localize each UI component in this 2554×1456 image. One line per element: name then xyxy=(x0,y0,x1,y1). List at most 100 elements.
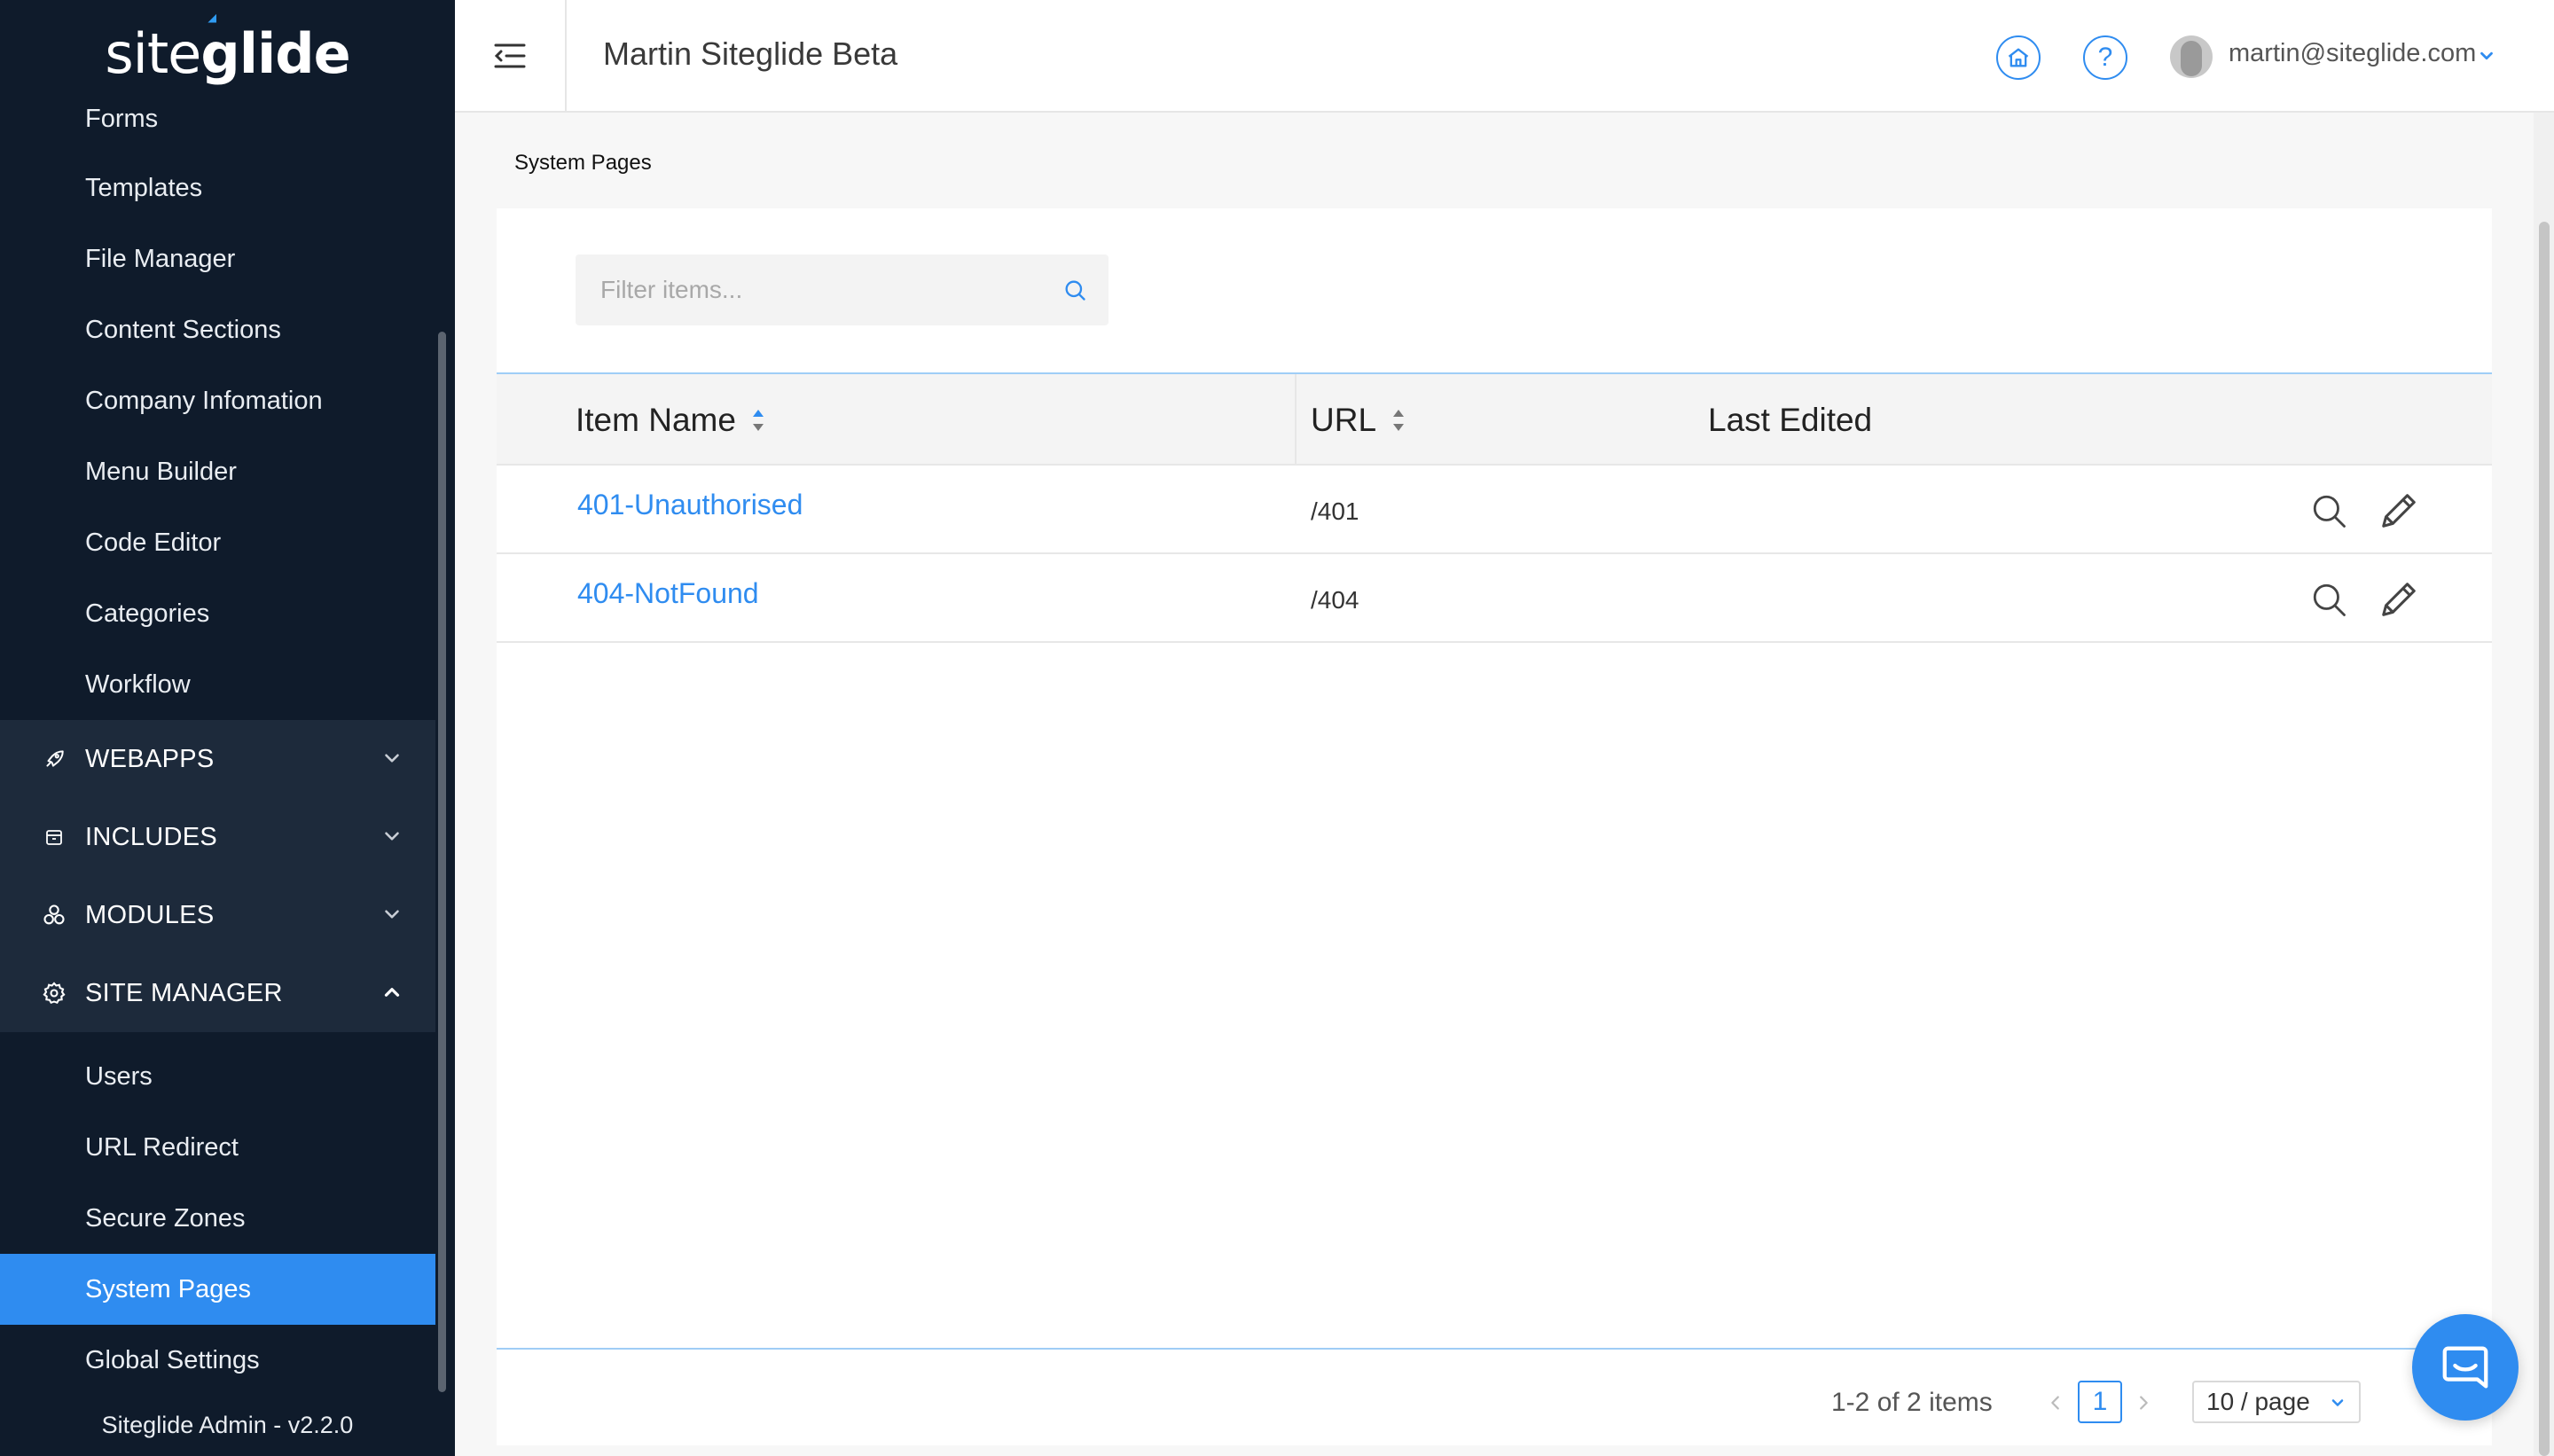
chevron-up-icon xyxy=(384,988,400,997)
main-scrollbar[interactable] xyxy=(2539,222,2550,1456)
edit-pencil-icon[interactable] xyxy=(2378,579,2419,620)
sidebar-footer: Siteglide Admin - v2.2.0 xyxy=(0,1394,455,1456)
box-icon xyxy=(41,824,67,850)
chevron-down-icon[interactable] xyxy=(2477,46,2496,66)
sidebar-item-secure-zones[interactable]: Secure Zones xyxy=(0,1183,435,1254)
sidebar-item-label: Forms xyxy=(85,104,159,133)
sidebar-menu: Forms Templates File Manager Content Sec… xyxy=(0,98,435,1394)
view-icon[interactable] xyxy=(2310,581,2347,618)
sidebar-group-label: WEBAPPS xyxy=(85,744,215,773)
sort-icon xyxy=(752,409,764,431)
column-header-label: Last Edited xyxy=(1708,401,1873,438)
sidebar-item-templates[interactable]: Templates xyxy=(0,153,435,223)
column-header-url[interactable]: URL xyxy=(1311,374,1406,466)
sidebar-item-label: Workflow xyxy=(85,669,191,699)
breadcrumb: System Pages xyxy=(514,151,652,175)
logo-text-glide: glide xyxy=(200,13,351,86)
sidebar-group-label: INCLUDES xyxy=(85,822,218,851)
sidebar-item-workflow[interactable]: Workflow xyxy=(0,649,435,720)
logo-accent xyxy=(208,13,217,23)
filter-input[interactable] xyxy=(576,254,1109,325)
sidebar-item-forms[interactable]: Forms xyxy=(0,98,435,154)
item-url: /404 xyxy=(1311,586,1359,614)
sidebar-item-file-manager[interactable]: File Manager xyxy=(0,223,435,294)
table-row: 404-NotFound /404 xyxy=(497,554,2492,643)
table-row: 401-Unauthorised /401 xyxy=(497,466,2492,554)
edit-pencil-icon[interactable] xyxy=(2378,490,2419,531)
user-email[interactable]: martin@siteglide.com xyxy=(2229,39,2476,68)
avatar[interactable] xyxy=(2170,35,2213,78)
menu-collapse-button[interactable] xyxy=(455,0,567,111)
sidebar-item-label: Categories xyxy=(85,599,210,628)
gear-icon xyxy=(41,980,67,1006)
column-header-item-name[interactable]: Item Name xyxy=(576,374,766,466)
version-label: Siteglide Admin - v2.2.0 xyxy=(101,1411,354,1438)
chevron-down-icon xyxy=(385,754,399,763)
pagination-current-page[interactable]: 1 xyxy=(2078,1381,2122,1423)
sidebar-item-label: Menu Builder xyxy=(85,457,237,486)
table-footer-divider xyxy=(497,1348,2492,1350)
chevron-left-icon[interactable] xyxy=(2046,1393,2065,1413)
column-header-last-edited: Last Edited xyxy=(1708,374,1872,466)
item-name-link[interactable]: 401-Unauthorised xyxy=(577,489,803,521)
column-divider xyxy=(1295,374,1297,466)
sidebar-item-global-settings[interactable]: Global Settings xyxy=(0,1325,435,1394)
column-header-label: URL xyxy=(1311,401,1377,438)
chevron-down-icon xyxy=(385,832,399,841)
item-name-link[interactable]: 404-NotFound xyxy=(577,577,759,610)
rocket-icon xyxy=(41,746,67,772)
filter-box xyxy=(576,254,1109,325)
sidebar-group-site-manager[interactable]: SITE MANAGER xyxy=(0,954,435,1032)
content-panel: Item Name URL Last Edited 401-Unauthoris… xyxy=(497,208,2492,1445)
modules-icon xyxy=(41,902,67,928)
sidebar-group-webapps[interactable]: WEBAPPS xyxy=(0,720,435,798)
top-header: Martin Siteglide Beta ? martin@siteglide… xyxy=(455,0,2554,113)
sidebar: site glide Forms Templates File Manager C… xyxy=(0,0,455,1456)
sidebar-item-label: URL Redirect xyxy=(85,1132,239,1162)
logo-text-glide-label: glide xyxy=(200,20,350,86)
sidebar-item-system-pages[interactable]: System Pages xyxy=(0,1254,435,1325)
sidebar-item-company-information[interactable]: Company Infomation xyxy=(0,365,435,436)
sidebar-item-label: Templates xyxy=(85,173,203,202)
chat-icon xyxy=(2442,1346,2488,1389)
page-size-select[interactable]: 10 / page xyxy=(2192,1381,2361,1423)
sidebar-item-categories[interactable]: Categories xyxy=(0,578,435,649)
column-header-label: Item Name xyxy=(576,401,736,438)
sidebar-item-menu-builder[interactable]: Menu Builder xyxy=(0,436,435,507)
sidebar-item-label: Company Infomation xyxy=(85,386,323,415)
chevron-down-icon xyxy=(2331,1399,2344,1406)
sidebar-group-label: SITE MANAGER xyxy=(85,978,283,1007)
siteglide-logo[interactable]: site glide xyxy=(0,0,455,106)
search-icon[interactable] xyxy=(1062,278,1087,302)
sidebar-item-url-redirect[interactable]: URL Redirect xyxy=(0,1112,435,1183)
logo-text-site: site xyxy=(105,20,201,86)
sidebar-group-label: MODULES xyxy=(85,900,215,929)
page-size-value: 10 / page xyxy=(2206,1388,2310,1415)
site-title: Martin Siteglide Beta xyxy=(603,35,898,72)
chat-launcher-button[interactable] xyxy=(2412,1314,2519,1421)
sidebar-item-users[interactable]: Users xyxy=(0,1041,435,1112)
chevron-right-icon[interactable] xyxy=(2134,1393,2153,1413)
sidebar-item-content-sections[interactable]: Content Sections xyxy=(0,294,435,365)
sidebar-scrollbar[interactable] xyxy=(438,332,446,1392)
sidebar-item-label: Code Editor xyxy=(85,528,222,557)
sidebar-item-label: Global Settings xyxy=(85,1345,260,1374)
chevron-down-icon xyxy=(385,910,399,919)
item-url: /401 xyxy=(1311,497,1359,525)
sidebar-item-label: Secure Zones xyxy=(85,1203,246,1233)
sort-icon xyxy=(1393,409,1405,431)
sidebar-item-label: Users xyxy=(85,1061,153,1091)
pagination-range: 1-2 of 2 items xyxy=(1831,1388,1993,1417)
table-header: Item Name URL Last Edited xyxy=(497,372,2492,466)
view-icon[interactable] xyxy=(2310,492,2347,529)
sidebar-item-label: File Manager xyxy=(85,244,236,273)
sidebar-group-modules[interactable]: MODULES xyxy=(0,876,435,954)
sidebar-item-code-editor[interactable]: Code Editor xyxy=(0,507,435,578)
home-icon xyxy=(2008,48,2029,67)
help-button[interactable]: ? xyxy=(2083,35,2127,80)
sidebar-item-label: Content Sections xyxy=(85,315,281,344)
home-button[interactable] xyxy=(1996,35,2041,80)
menu-collapse-icon xyxy=(494,43,526,67)
sidebar-group-includes[interactable]: INCLUDES xyxy=(0,798,435,876)
help-icon: ? xyxy=(2097,43,2113,72)
